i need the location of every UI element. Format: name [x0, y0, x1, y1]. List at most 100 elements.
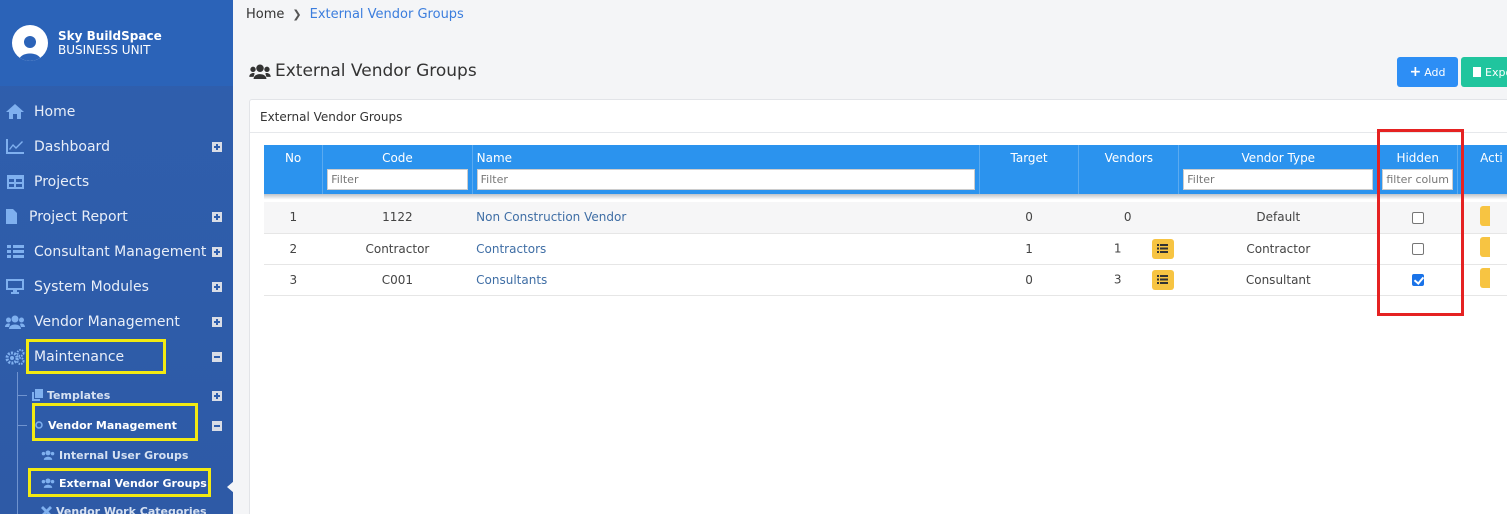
name-filter-input[interactable]	[476, 169, 975, 190]
sidebar: Sky BuildSpace BUSINESS UNIT Home Dashbo…	[0, 0, 233, 514]
sidebar-item-label: Home	[34, 103, 76, 120]
users-icon	[249, 64, 271, 79]
column-header-actions[interactable]: Acti	[1457, 145, 1507, 194]
avatar[interactable]	[12, 25, 48, 61]
expand-icon[interactable]	[212, 212, 222, 222]
tools-icon	[41, 505, 52, 514]
sidebar-item-project-report[interactable]: Project Report	[0, 199, 233, 234]
sidebar-nav: Home Dashboard Projects Project Report C…	[0, 86, 233, 374]
cell-code: C001	[322, 264, 473, 296]
expand-icon[interactable]	[212, 282, 222, 292]
action-button[interactable]	[1479, 205, 1490, 226]
card-title: External Vendor Groups	[250, 100, 1507, 133]
sidebar-item-consultant-management[interactable]: Consultant Management	[0, 234, 233, 269]
table-row[interactable]: 2 Contractor Contractors 1 1 Contractor	[264, 233, 1507, 265]
cell-actions	[1457, 202, 1507, 234]
vendors-count: 0	[1123, 210, 1132, 225]
column-header-target[interactable]: Target	[979, 145, 1080, 194]
column-header-name[interactable]: Name	[472, 145, 980, 194]
sidebar-subitem-label: Vendor Work Categories	[56, 504, 207, 514]
column-label: Acti	[1480, 151, 1503, 165]
page-title: External Vendor Groups	[249, 61, 477, 81]
header-shadow	[264, 194, 1507, 202]
breadcrumb-current[interactable]: External Vendor Groups	[310, 7, 464, 22]
vendor-groups-table: No Code Name Target Vendors Vendor Type …	[264, 145, 1507, 296]
sidebar-item-dashboard[interactable]: Dashboard	[0, 129, 233, 164]
action-button[interactable]	[1479, 268, 1490, 288]
vendors-count: 3	[1113, 272, 1122, 286]
highlight-vendor-management	[32, 403, 198, 441]
sidebar-item-label: Project Report	[29, 208, 128, 225]
cell-vendor-type: Contractor	[1178, 233, 1378, 265]
sidebar-subitem-internal-user-groups[interactable]: Internal User Groups	[41, 447, 188, 463]
column-header-vendors[interactable]: Vendors	[1078, 145, 1180, 194]
add-button-label: Add	[1424, 65, 1446, 79]
expand-icon[interactable]	[212, 142, 222, 152]
cell-vendors: 0	[1078, 202, 1179, 234]
sidebar-item-label: Consultant Management	[34, 243, 207, 260]
expand-icon[interactable]	[212, 247, 222, 257]
cell-code: Contractor	[322, 233, 473, 265]
highlight-hidden-column	[1377, 129, 1464, 316]
breadcrumb-home[interactable]: Home	[246, 7, 284, 22]
column-header-vendor-type[interactable]: Vendor Type	[1178, 145, 1379, 194]
cogs-icon	[5, 348, 25, 365]
cell-name-link[interactable]: Non Construction Vendor	[472, 202, 980, 234]
expand-icon[interactable]	[212, 317, 222, 327]
sidebar-item-label: Projects	[34, 173, 90, 190]
action-button[interactable]	[1479, 237, 1490, 257]
sidebar-subitem-templates[interactable]: Templates	[32, 387, 110, 403]
vendor-type-filter-input[interactable]	[1183, 169, 1374, 190]
sidebar-item-home[interactable]: Home	[0, 94, 233, 129]
sidebar-subitem-vendor-work-categories[interactable]: Vendor Work Categories	[41, 503, 207, 514]
tree-branch	[17, 425, 27, 426]
sidebar-subitem-label: Internal User Groups	[59, 448, 189, 462]
column-label: Vendor Type	[1241, 151, 1316, 165]
tree-line	[17, 372, 18, 514]
home-icon	[5, 104, 25, 120]
plus-icon: +	[1409, 64, 1422, 80]
expand-icon[interactable]	[212, 391, 222, 401]
column-label: No	[284, 151, 302, 165]
vendor-list-button[interactable]	[1151, 238, 1174, 259]
code-filter-input[interactable]	[327, 169, 468, 190]
chevron-right-icon: ❯	[292, 8, 302, 21]
cell-name-link[interactable]: Consultants	[472, 264, 980, 296]
brand-header: Sky BuildSpace BUSINESS UNIT	[0, 0, 233, 86]
vendor-list-button[interactable]	[1151, 269, 1174, 290]
cell-actions	[1457, 264, 1507, 296]
table-row[interactable]: 3 C001 Consultants 0 3 Consultant	[264, 264, 1507, 296]
collapse-icon[interactable]	[212, 421, 222, 431]
export-button[interactable]: Expo	[1461, 57, 1507, 87]
highlight-maintenance	[26, 339, 166, 374]
vendor-groups-card: External Vendor Groups No Code Name Targ…	[249, 99, 1507, 514]
users-icon	[41, 450, 55, 460]
cell-no: 3	[264, 264, 323, 296]
sidebar-item-label: System Modules	[34, 278, 149, 295]
table-row[interactable]: 1 1122 Non Construction Vendor 0 0 Defau…	[264, 202, 1507, 234]
sidebar-item-label: Vendor Management	[34, 313, 180, 330]
excel-file-icon	[1473, 67, 1481, 77]
copy-icon	[32, 389, 43, 401]
cell-no: 2	[264, 233, 323, 265]
cell-target: 1	[979, 233, 1079, 265]
column-header-no[interactable]: No	[264, 145, 324, 194]
sidebar-item-projects[interactable]: Projects	[0, 164, 233, 199]
column-label: Code	[382, 151, 413, 165]
breadcrumb: Home ❯ External Vendor Groups	[246, 7, 464, 22]
column-header-code[interactable]: Code	[322, 145, 473, 194]
column-label: Vendors	[1104, 151, 1154, 165]
collapse-icon[interactable]	[212, 352, 222, 362]
add-button[interactable]: + Add	[1397, 57, 1458, 87]
sidebar-item-vendor-management[interactable]: Vendor Management	[0, 304, 233, 339]
sidebar-item-system-modules[interactable]: System Modules	[0, 269, 233, 304]
brand-unit: BUSINESS UNIT	[58, 43, 151, 57]
highlight-external-vendor-groups	[28, 468, 211, 497]
chart-line-icon	[5, 139, 25, 155]
cell-no: 1	[264, 202, 323, 234]
list-icon	[1157, 244, 1168, 253]
cell-actions	[1457, 233, 1507, 265]
cell-name-link[interactable]: Contractors	[472, 233, 980, 265]
page-title-text: External Vendor Groups	[275, 61, 477, 81]
cell-code: 1122	[322, 202, 473, 234]
